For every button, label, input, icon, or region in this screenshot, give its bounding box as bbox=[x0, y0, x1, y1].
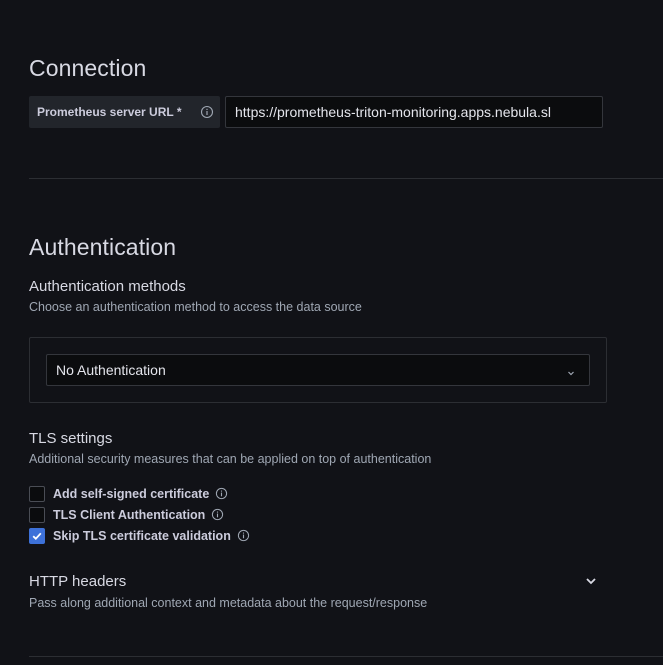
info-circle-icon[interactable] bbox=[200, 105, 214, 122]
tls-option-client-auth[interactable]: TLS Client Authentication bbox=[29, 506, 224, 523]
tls-settings-description: Additional security measures that can be… bbox=[29, 452, 432, 466]
http-headers-heading[interactable]: HTTP headers bbox=[29, 573, 126, 590]
tls-settings-heading: TLS settings bbox=[29, 430, 113, 447]
authentication-heading: Authentication bbox=[29, 234, 177, 260]
self-signed-label: Add self-signed certificate bbox=[53, 486, 210, 501]
section-divider bbox=[29, 178, 663, 179]
chevron-down-icon[interactable] bbox=[584, 574, 598, 593]
http-headers-description: Pass along additional context and metada… bbox=[29, 596, 428, 610]
prometheus-url-input[interactable] bbox=[225, 96, 603, 128]
tls-client-auth-checkbox[interactable] bbox=[29, 506, 45, 523]
authentication-method-select[interactable]: No Authentication bbox=[46, 354, 590, 386]
authentication-methods-description: Choose an authentication method to acces… bbox=[29, 300, 362, 314]
authentication-method-value: No Authentication bbox=[56, 362, 166, 378]
tls-client-auth-label: TLS Client Authentication bbox=[53, 507, 206, 522]
datasource-settings-page: Connection Prometheus server URL * Authe… bbox=[0, 0, 663, 665]
check-icon bbox=[32, 532, 42, 540]
info-circle-icon[interactable] bbox=[215, 487, 228, 500]
info-circle-icon[interactable] bbox=[237, 529, 250, 542]
chevron-down-icon bbox=[566, 365, 576, 381]
section-divider bbox=[29, 656, 663, 657]
prometheus-url-label-text: Prometheus server URL * bbox=[37, 105, 182, 119]
authentication-method-box: No Authentication bbox=[29, 337, 607, 403]
info-circle-icon[interactable] bbox=[211, 508, 224, 521]
tls-option-self-signed[interactable]: Add self-signed certificate bbox=[29, 485, 228, 502]
authentication-methods-heading: Authentication methods bbox=[29, 278, 186, 295]
prometheus-url-label: Prometheus server URL * bbox=[29, 96, 220, 128]
self-signed-checkbox[interactable] bbox=[29, 485, 45, 502]
tls-option-skip-validation[interactable]: Skip TLS certificate validation bbox=[29, 527, 250, 544]
skip-tls-validation-checkbox[interactable] bbox=[29, 527, 45, 544]
connection-heading: Connection bbox=[29, 55, 147, 81]
skip-tls-validation-label: Skip TLS certificate validation bbox=[53, 528, 231, 543]
